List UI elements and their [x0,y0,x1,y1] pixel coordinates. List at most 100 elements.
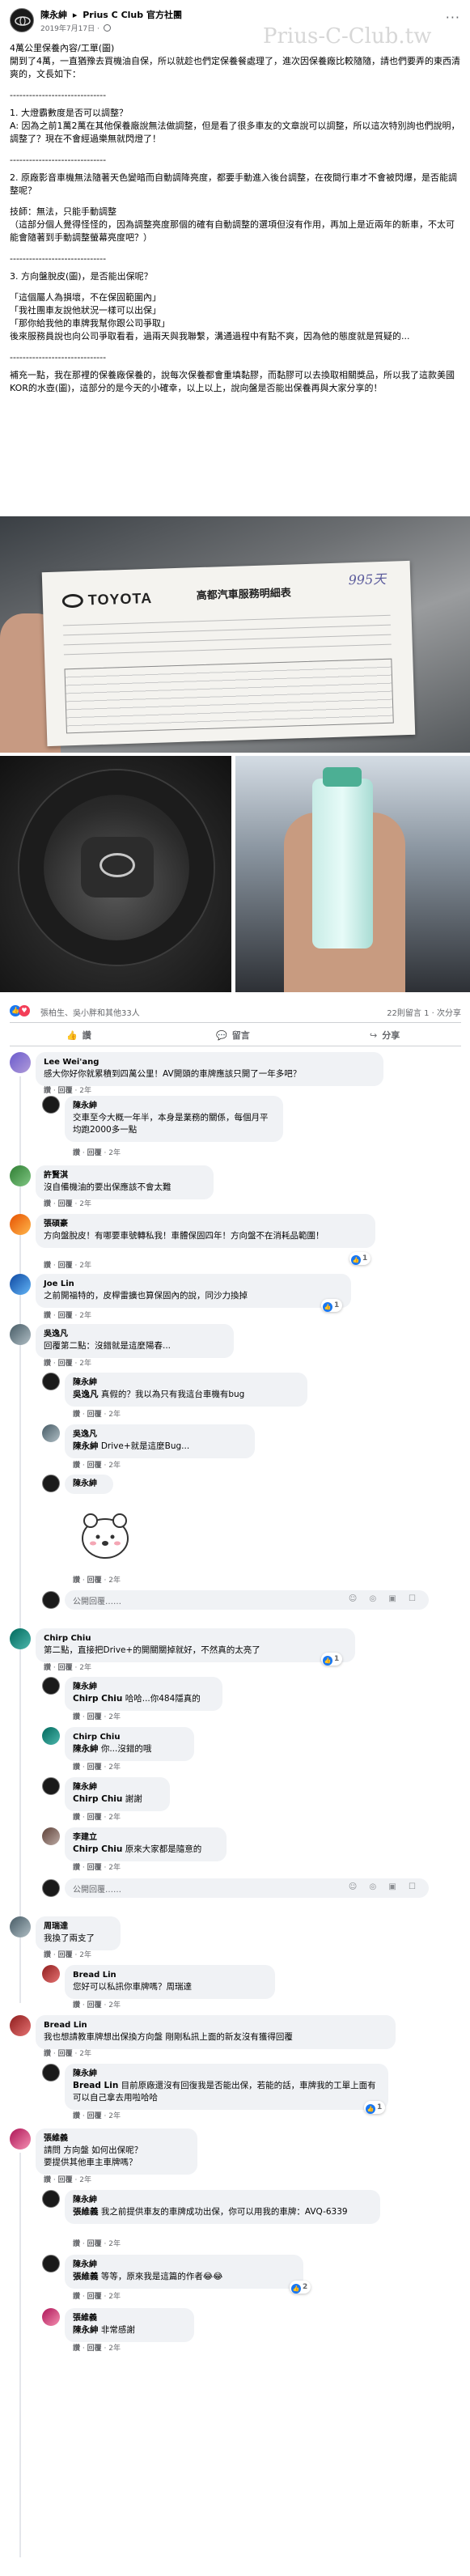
avatar[interactable] [10,1165,31,1186]
comment-reply[interactable]: 回覆 [58,1312,73,1320]
avatar[interactable] [10,1214,31,1235]
avatar[interactable] [42,1677,60,1695]
commenter-name[interactable]: 陳永紳 [73,2069,380,2080]
comment-like[interactable]: 讚 [73,1149,80,1157]
comment-reply[interactable]: 回覆 [58,2050,73,2058]
commenter-name[interactable]: 吳逸凡 [44,1329,226,1340]
commenter-name[interactable]: 許賢淇 [44,1170,205,1182]
comment-reply[interactable]: 回覆 [58,2176,73,2184]
comment-like[interactable]: 讚 [44,1312,51,1320]
comment-reply[interactable]: 回覆 [58,1200,73,1208]
photo-receipt[interactable]: TOYOTA 高都汽車服務明細表 995天 [0,516,470,753]
post-date[interactable]: 2019年7月17日 · [40,25,100,33]
comment-like[interactable]: 讚 [73,2240,80,2248]
reaction-names[interactable]: 張柏生、吳小胖和其他33人 [40,1006,140,1018]
composer-icons[interactable]: ☺ ◎ ▣ ☐ [349,1594,421,1603]
comment-like[interactable]: 讚 [73,1864,80,1872]
reaction-badge[interactable]: 👍 1 [364,2101,386,2114]
commenter-name[interactable]: 陳永紳 [73,2195,372,2206]
comment-reply[interactable]: 回覆 [87,1149,102,1157]
comment-like[interactable]: 讚 [73,1814,80,1822]
group-name[interactable]: Prius C Club 官方社團 [83,10,182,20]
comment-reply[interactable]: 回覆 [58,1360,73,1368]
comment-reply[interactable]: 回覆 [87,1763,102,1772]
commenter-name[interactable]: Joe Lin [44,1279,343,1290]
commenter-name[interactable]: 張維義 [44,2133,189,2145]
avatar[interactable] [42,1727,60,1745]
comment-like[interactable]: 讚 [44,1664,51,1672]
comment-like[interactable]: 讚 [73,1713,80,1721]
comment-reply[interactable]: 回覆 [87,1462,102,1470]
commenter-name[interactable]: Bread Lin [44,2020,387,2031]
commenter-name[interactable]: 李建立 [73,1832,218,1844]
comment-like[interactable]: 讚 [73,2345,80,2353]
avatar[interactable] [42,2255,60,2273]
avatar[interactable] [10,1324,31,1345]
reaction-icons[interactable]: 👍 ♥ [10,1005,30,1016]
avatar[interactable] [42,1965,60,1983]
share-button[interactable]: ↪ 分享 [370,1029,400,1042]
mention-tag[interactable]: 陳永紳 [73,1441,99,1451]
comment-like[interactable]: 讚 [44,1951,51,1959]
avatar[interactable] [42,1373,60,1390]
reaction-badge[interactable]: 👍 1 [321,1653,343,1666]
avatar[interactable] [10,1916,31,1937]
avatar[interactable] [10,1628,31,1649]
commenter-name[interactable]: Chirp Chiu [44,1633,347,1644]
comment-reply[interactable]: 回覆 [87,2293,102,2301]
comment-like[interactable]: 讚 [73,2112,80,2120]
comment-reply[interactable]: 回覆 [58,1087,73,1095]
comment-reply[interactable]: 回覆 [58,1951,73,1959]
avatar[interactable] [42,1777,60,1795]
commenter-name[interactable]: Bread Lin [73,1970,267,1981]
like-button[interactable]: 👍 讚 [66,1029,91,1042]
comment-like[interactable]: 讚 [44,1087,51,1095]
commenter-name[interactable]: 陳永紳 [73,1377,299,1389]
mention-tag[interactable]: 張維義 [73,2207,99,2217]
comment-like[interactable]: 讚 [44,1360,51,1368]
comment-reply[interactable]: 回覆 [87,1411,102,1419]
author-avatar[interactable] [10,8,34,32]
mention-tag[interactable]: 陳永紳 [73,2325,99,2335]
comment-reply[interactable]: 回覆 [87,1713,102,1721]
avatar[interactable] [10,2015,31,2036]
commenter-name[interactable]: Chirp Chiu [73,1732,186,1743]
mention-tag[interactable]: Bread Lin [73,2081,118,2090]
comment-like[interactable]: 讚 [73,1763,80,1772]
mention-tag[interactable]: Chirp Chiu [73,1694,122,1704]
avatar[interactable] [10,1274,31,1295]
commenter-name[interactable]: 陳永紳 [73,1682,214,1693]
comment-like[interactable]: 讚 [44,1262,51,1270]
mention-tag[interactable]: 吳逸凡 [73,1390,99,1399]
comment-reply[interactable]: 回覆 [87,2112,102,2120]
comment-like[interactable]: 讚 [44,1200,51,1208]
comment-like[interactable]: 讚 [73,2001,80,2009]
avatar[interactable] [42,2064,60,2082]
commenter-name[interactable]: 陳永紳 [73,2260,295,2271]
composer-icons[interactable]: ☺ ◎ ▣ ☐ [349,1882,421,1891]
comment-reply[interactable]: 回覆 [58,1262,73,1270]
sticker-icon[interactable] [73,1501,138,1566]
photo-steering-wheel[interactable] [0,756,231,992]
avatar[interactable] [10,2128,31,2149]
author-name[interactable]: 陳永紳 [40,10,67,20]
commenter-name[interactable]: 陳永紳 [73,1101,275,1112]
avatar[interactable] [42,1096,60,1114]
comment-reply[interactable]: 回覆 [87,2240,102,2248]
commenter-name[interactable]: 陳永紳 [73,1782,162,1793]
mention-tag[interactable]: Chirp Chiu [73,1794,122,1804]
reply-input[interactable]: 公開回覆…… ☺ ◎ ▣ ☐ [65,1590,429,1610]
more-icon[interactable]: ··· [446,10,460,25]
comment-like[interactable]: 讚 [73,1577,80,1585]
commenter-name[interactable]: 張維義 [73,2313,186,2324]
comment-like[interactable]: 讚 [44,2050,51,2058]
comment-like[interactable]: 讚 [73,1411,80,1419]
mention-tag[interactable]: 陳永紳 [73,1744,99,1754]
comment-reply[interactable]: 回覆 [87,1814,102,1822]
commenter-name[interactable]: Lee Wei'ang [44,1057,375,1068]
comment-like[interactable]: 讚 [44,2176,51,2184]
commenter-name[interactable]: 周瑞達 [44,1921,112,1933]
comment-like[interactable]: 讚 [73,2293,80,2301]
avatar[interactable] [42,1475,60,1492]
comment-reply[interactable]: 回覆 [87,1864,102,1872]
